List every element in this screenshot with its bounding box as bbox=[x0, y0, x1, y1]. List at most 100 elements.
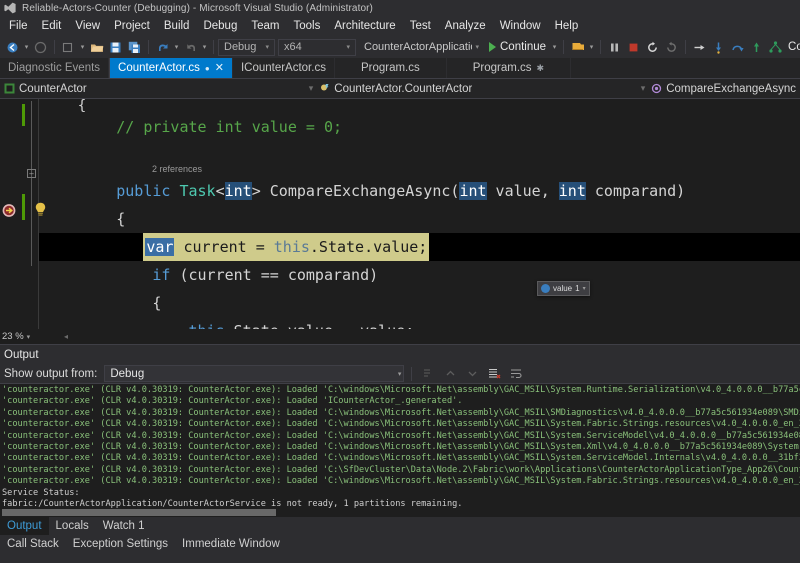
step-into-icon[interactable] bbox=[709, 38, 728, 57]
toolbar-divider-6 bbox=[685, 40, 687, 54]
startup-project-combo[interactable]: CounterActorApplication ▾ bbox=[359, 38, 484, 56]
bottom-tab-locals[interactable]: Locals bbox=[49, 517, 96, 535]
pin-to-source-icon[interactable] bbox=[541, 284, 550, 293]
menu-build[interactable]: Build bbox=[157, 18, 197, 34]
tab-label: Diagnostic Events bbox=[8, 62, 101, 74]
bottom-tab-output[interactable]: Output bbox=[0, 517, 49, 535]
toolbar-divider-5 bbox=[600, 40, 602, 54]
menu-team[interactable]: Team bbox=[244, 18, 286, 34]
output-text-area[interactable]: 'counteractor.exe' (CLR v4.0.30319: Coun… bbox=[0, 384, 800, 517]
output-line: 'counteractor.exe' (CLR v4.0.30319: Coun… bbox=[2, 464, 800, 475]
redo-caret-icon[interactable]: ▾ bbox=[200, 38, 209, 57]
output-scrollbar-thumb[interactable] bbox=[2, 509, 276, 516]
tab-counteractor-cs[interactable]: CounterActor.cs ● ✕ bbox=[109, 58, 233, 78]
navigate-backward-icon[interactable] bbox=[3, 38, 22, 57]
menu-help[interactable]: Help bbox=[548, 18, 586, 34]
editor-indicator-margin[interactable] bbox=[0, 99, 22, 329]
tab-program-cs-2[interactable]: Program.cs ✱ bbox=[447, 58, 572, 78]
refresh-windows-app-icon[interactable] bbox=[662, 38, 681, 57]
menu-view[interactable]: View bbox=[68, 18, 107, 34]
menu-debug[interactable]: Debug bbox=[196, 18, 244, 34]
close-icon[interactable]: ✕ bbox=[215, 62, 224, 74]
kw-int-param1: int bbox=[459, 182, 487, 200]
expander-caret-icon[interactable]: ▾ bbox=[583, 285, 586, 292]
navbar-member-dropdown[interactable]: CompareExchangeAsync bbox=[647, 79, 800, 98]
menu-tools[interactable]: Tools bbox=[286, 18, 327, 34]
kw-this-2: this bbox=[189, 322, 225, 329]
lightbulb-overlay[interactable] bbox=[34, 202, 47, 222]
new-project-caret-icon[interactable]: ▾ bbox=[78, 38, 87, 57]
title-bar: Reliable-Actors-Counter (Debugging) - Mi… bbox=[0, 0, 800, 16]
current-statement-breakpoint-icon[interactable] bbox=[2, 203, 17, 223]
bottom-tab-call-stack[interactable]: Call Stack bbox=[0, 535, 66, 552]
datatip-value: 1 bbox=[575, 284, 580, 293]
debug-datatip[interactable]: value 1 ▾ bbox=[537, 281, 590, 296]
output-line: 'counteractor.exe' (CLR v4.0.30319: Coun… bbox=[2, 430, 800, 441]
pin-tab-icon[interactable]: ● bbox=[205, 64, 210, 73]
menu-edit[interactable]: Edit bbox=[35, 18, 69, 34]
tab-icounteractor-cs[interactable]: ICounterActor.cs bbox=[233, 58, 335, 78]
bottom-tab-exception-settings[interactable]: Exception Settings bbox=[66, 535, 175, 552]
navbar-project-dropdown[interactable]: CounterActor bbox=[0, 79, 309, 98]
attach-to-process-icon[interactable] bbox=[568, 38, 587, 57]
output-source-combo[interactable]: Debug ▾ bbox=[104, 365, 405, 382]
codelens-references[interactable]: 2 references bbox=[39, 163, 800, 177]
solution-configuration-combo[interactable]: Debug ▾ bbox=[218, 38, 275, 56]
tab-label: Exception Settings bbox=[72, 537, 169, 550]
stop-icon[interactable] bbox=[624, 38, 643, 57]
new-project-icon[interactable] bbox=[59, 38, 78, 57]
editor-horizontal-scrollbar[interactable] bbox=[68, 331, 800, 342]
menu-architecture[interactable]: Architecture bbox=[327, 18, 402, 34]
outlining-collapse-icon[interactable]: – bbox=[27, 169, 36, 178]
go-to-next-message-icon[interactable] bbox=[463, 365, 481, 383]
navigate-backward-caret-icon[interactable]: ▾ bbox=[22, 38, 31, 57]
editor-code-surface[interactable]: { // private int value = 0; 2 references… bbox=[39, 99, 800, 329]
chevron-down-icon[interactable]: ▾ bbox=[27, 333, 31, 341]
code-line-2-blank bbox=[39, 141, 800, 163]
method-name: CompareExchangeAsync( bbox=[260, 182, 460, 200]
undo-icon[interactable] bbox=[153, 38, 172, 57]
toggle-word-wrap-icon[interactable] bbox=[507, 365, 525, 383]
clear-all-icon[interactable] bbox=[485, 365, 503, 383]
code-map-label[interactable]: Code Map bbox=[785, 41, 800, 53]
restart-icon[interactable] bbox=[643, 38, 662, 57]
save-icon[interactable] bbox=[106, 38, 125, 57]
pause-icon[interactable] bbox=[605, 38, 624, 57]
navbar-type-dropdown[interactable]: CounterActor.CounterActor bbox=[315, 79, 640, 98]
output-line: 'counteractor.exe' (CLR v4.0.30319: Coun… bbox=[2, 385, 800, 395]
bottom-tab-immediate-window[interactable]: Immediate Window bbox=[175, 535, 287, 552]
navigate-forward-icon[interactable] bbox=[31, 38, 50, 57]
menu-project[interactable]: Project bbox=[107, 18, 157, 34]
code-line-7-brace: { bbox=[44, 294, 162, 312]
step-over-icon[interactable] bbox=[728, 38, 747, 57]
redo-icon[interactable] bbox=[181, 38, 200, 57]
output-horizontal-scrollbar[interactable] bbox=[0, 508, 800, 517]
tab-program-cs-1[interactable]: Program.cs bbox=[335, 58, 447, 78]
step-out-icon[interactable] bbox=[747, 38, 766, 57]
open-file-icon[interactable] bbox=[87, 38, 106, 57]
show-next-statement-icon[interactable] bbox=[690, 38, 709, 57]
menu-window[interactable]: Window bbox=[493, 18, 548, 34]
code-line-1: // private int value = 0; bbox=[39, 113, 800, 141]
undo-caret-icon[interactable]: ▾ bbox=[172, 38, 181, 57]
bottom-tab-watch-1[interactable]: Watch 1 bbox=[96, 517, 152, 535]
go-to-previous-message-icon[interactable] bbox=[441, 365, 459, 383]
continue-caret-icon[interactable]: ▾ bbox=[550, 38, 559, 57]
solution-configuration-value: Debug bbox=[224, 41, 257, 53]
menu-analyze[interactable]: Analyze bbox=[438, 18, 493, 34]
find-message-icon[interactable] bbox=[419, 365, 437, 383]
menu-test[interactable]: Test bbox=[403, 18, 438, 34]
code-editor[interactable]: – { // private int value = 0; 2 referenc… bbox=[0, 99, 800, 329]
state-value-1: .State.value; bbox=[309, 238, 428, 256]
continue-button[interactable]: Continue bbox=[487, 38, 550, 57]
editor-zoom-combo[interactable]: 23 % ▾ bbox=[2, 331, 64, 342]
save-all-icon[interactable] bbox=[125, 38, 144, 57]
navbar-type-label: CounterActor.CounterActor bbox=[334, 82, 473, 95]
solution-platform-combo[interactable]: x64 ▾ bbox=[278, 38, 356, 56]
attach-caret-icon[interactable]: ▾ bbox=[587, 38, 596, 57]
menu-file[interactable]: File bbox=[2, 18, 35, 34]
angle-open: < bbox=[215, 182, 225, 200]
tab-diagnostic-events[interactable]: Diagnostic Events bbox=[0, 58, 110, 78]
code-map-icon[interactable] bbox=[766, 38, 785, 57]
output-line: 'counteractor.exe' (CLR v4.0.30319: Coun… bbox=[2, 419, 800, 430]
